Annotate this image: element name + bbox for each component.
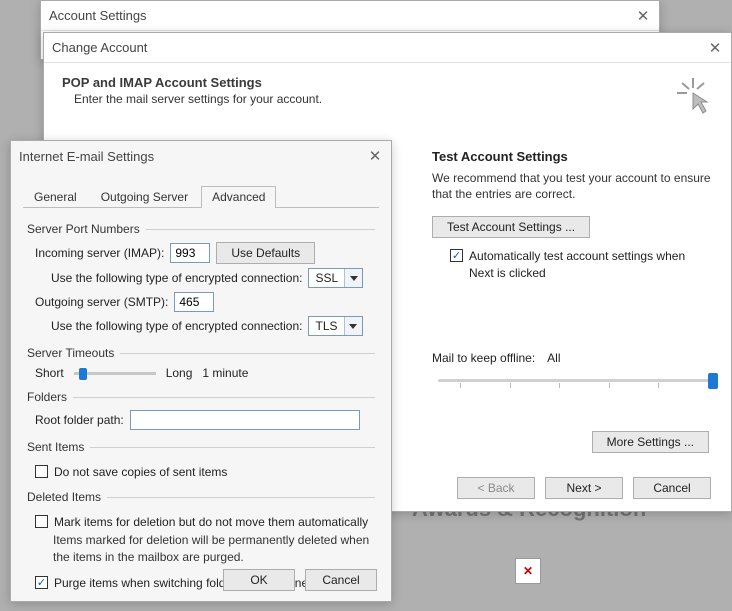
close-icon[interactable] (635, 8, 651, 24)
close-icon[interactable] (707, 40, 723, 56)
account-settings-title: Account Settings (49, 8, 635, 23)
mark-delete-label: Mark items for deletion but do not move … (54, 514, 375, 530)
ok-button[interactable]: OK (223, 569, 295, 591)
timeout-long-label: Long (166, 366, 193, 380)
root-folder-label: Root folder path: (35, 413, 124, 427)
outgoing-enc-label: Use the following type of encrypted conn… (51, 319, 302, 333)
outgoing-enc-value: TLS (309, 319, 343, 333)
mark-delete-checkbox[interactable] (35, 515, 48, 528)
tab-advanced[interactable]: Advanced (201, 186, 276, 208)
timeout-short-label: Short (35, 366, 64, 380)
close-icon[interactable] (367, 148, 383, 164)
outgoing-enc-select[interactable]: TLS (308, 316, 362, 336)
outgoing-port-input[interactable] (174, 292, 214, 312)
root-folder-input[interactable] (130, 410, 360, 430)
internet-email-title: Internet E-mail Settings (19, 149, 367, 164)
folders-legend: Folders (27, 390, 73, 404)
back-button[interactable]: < Back (457, 477, 535, 499)
deleted-items-legend: Deleted Items (27, 490, 107, 504)
cancel-button[interactable]: Cancel (633, 477, 711, 499)
test-settings-heading: Test Account Settings (432, 149, 713, 164)
cursor-sparkle-icon (673, 75, 713, 115)
use-defaults-button[interactable]: Use Defaults (216, 242, 315, 264)
account-type-heading: POP and IMAP Account Settings (62, 75, 663, 90)
timeout-value: 1 minute (202, 366, 248, 380)
timeout-thumb[interactable] (79, 368, 87, 380)
tab-outgoing-server[interactable]: Outgoing Server (90, 186, 199, 208)
broken-image-icon (515, 558, 541, 584)
autotest-label: Automatically test account settings when… (469, 248, 713, 280)
tab-general[interactable]: General (23, 186, 88, 208)
nosave-sent-label: Do not save copies of sent items (54, 464, 375, 480)
change-account-title: Change Account (52, 40, 707, 55)
nosave-sent-checkbox[interactable] (35, 465, 48, 478)
account-type-subtext: Enter the mail server settings for your … (74, 92, 663, 106)
outgoing-port-label: Outgoing server (SMTP): (35, 295, 168, 309)
cancel-button[interactable]: Cancel (305, 569, 377, 591)
chevron-down-icon (344, 317, 362, 335)
mail-offline-value: All (547, 351, 560, 365)
timeout-slider[interactable] (74, 366, 156, 380)
mail-offline-thumb[interactable] (708, 373, 718, 389)
settings-tabs: General Outgoing Server Advanced (23, 185, 379, 208)
autotest-checkbox[interactable] (450, 249, 463, 262)
incoming-enc-select[interactable]: SSL (308, 268, 363, 288)
incoming-enc-value: SSL (309, 271, 344, 285)
incoming-port-input[interactable] (170, 243, 210, 263)
next-button[interactable]: Next > (545, 477, 623, 499)
incoming-enc-label: Use the following type of encrypted conn… (51, 271, 302, 285)
server-port-legend: Server Port Numbers (27, 222, 146, 236)
test-account-settings-button[interactable]: Test Account Settings ... (432, 216, 590, 238)
internet-email-settings-window: Internet E-mail Settings General Outgoin… (10, 140, 392, 602)
chevron-down-icon (344, 269, 362, 287)
mail-offline-label: Mail to keep offline: (432, 351, 535, 365)
sent-items-legend: Sent Items (27, 440, 90, 454)
purge-checkbox[interactable] (35, 576, 48, 589)
incoming-port-label: Incoming server (IMAP): (35, 246, 164, 260)
server-timeouts-legend: Server Timeouts (27, 346, 120, 360)
mail-offline-slider[interactable] (438, 371, 713, 389)
mark-delete-note: Items marked for deletion will be perman… (53, 532, 375, 564)
more-settings-button[interactable]: More Settings ... (592, 431, 709, 453)
test-settings-text: We recommend that you test your account … (432, 170, 713, 202)
